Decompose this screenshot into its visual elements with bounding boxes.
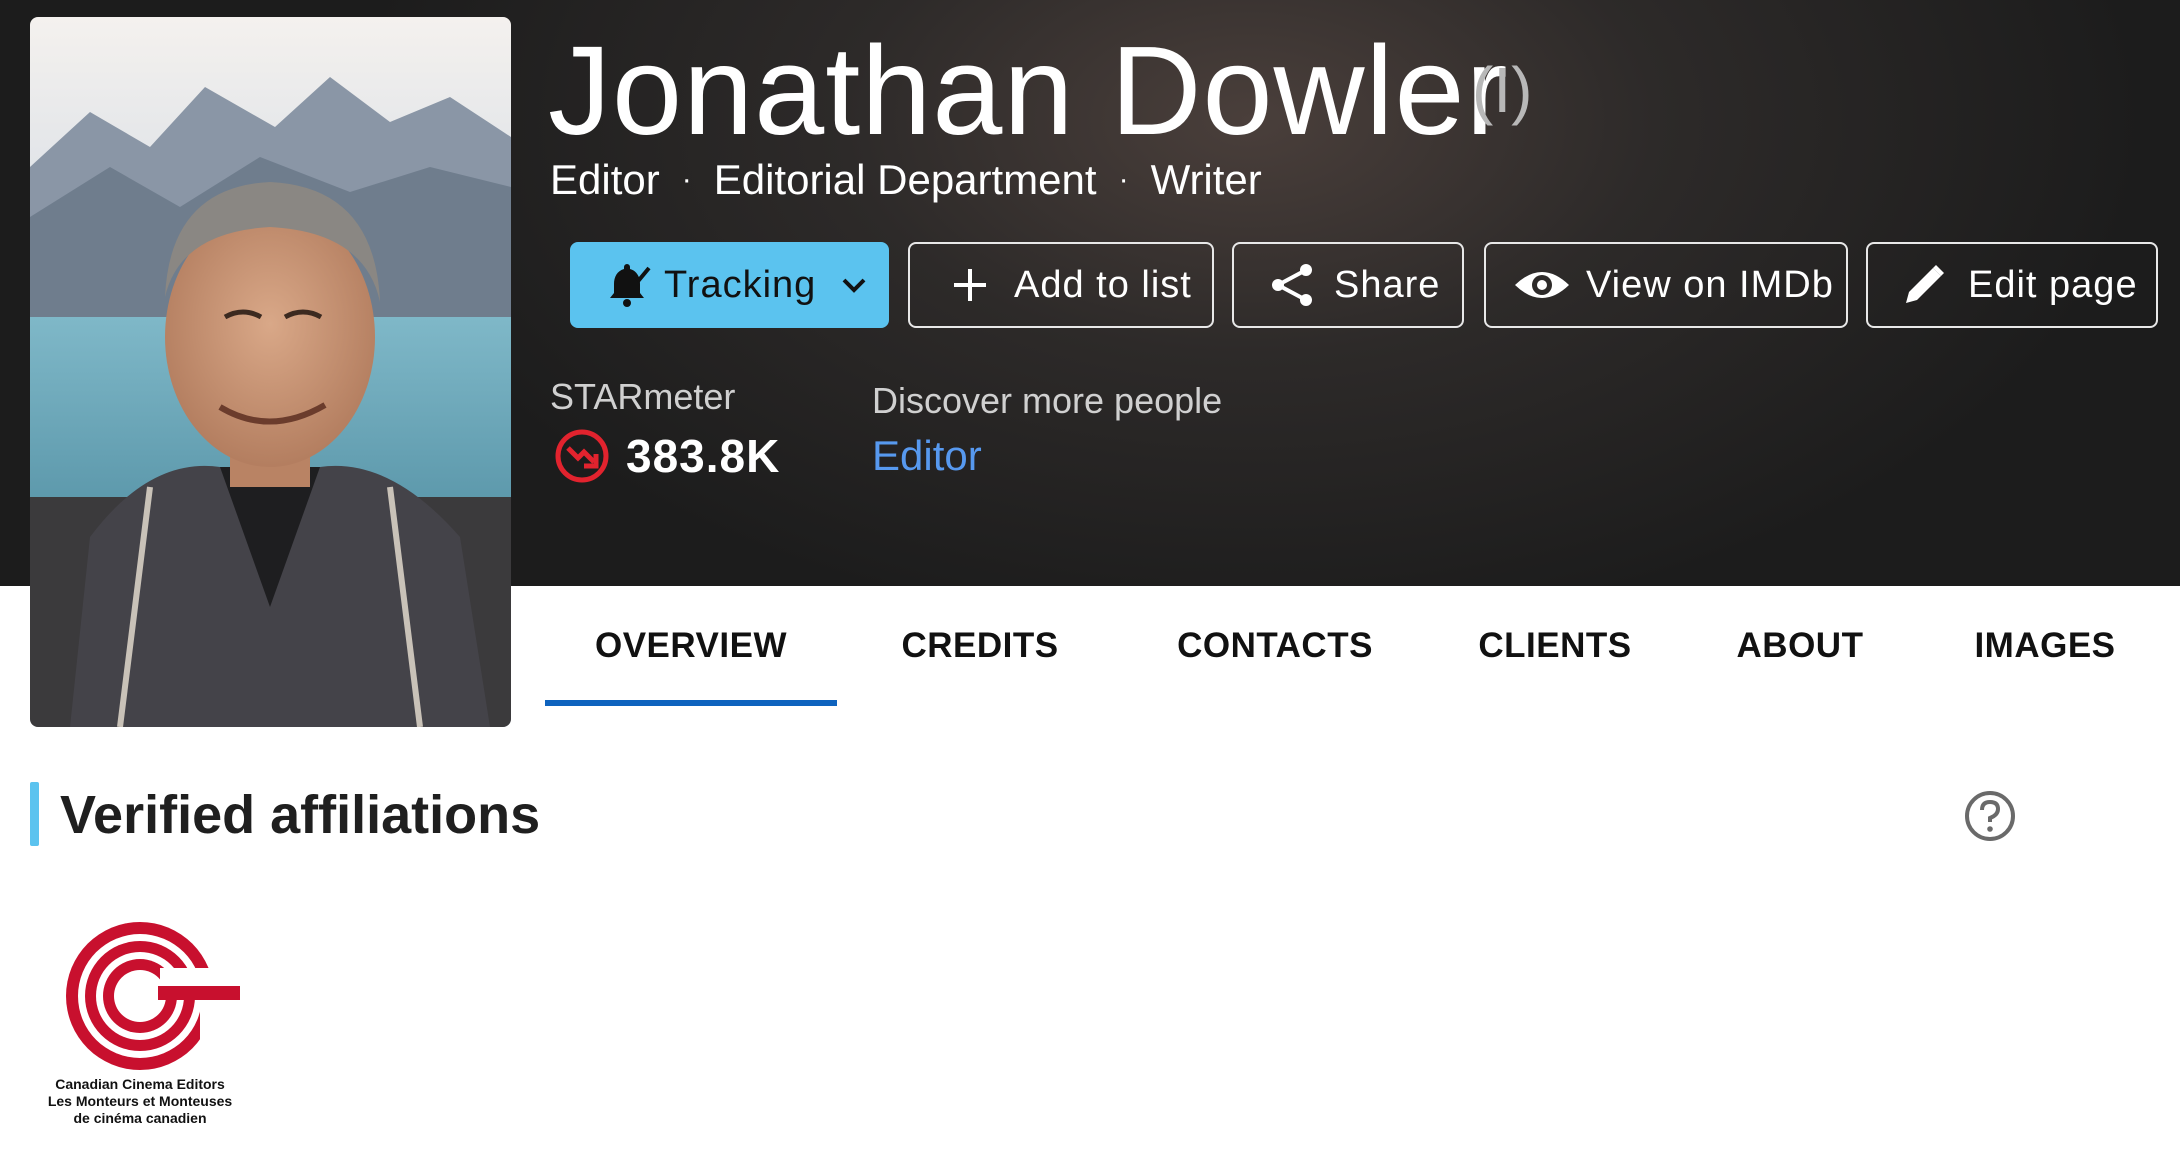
affiliation-name-en: Canadian Cinema Editors — [55, 1076, 225, 1092]
starmeter-number: 383.8K — [626, 430, 781, 482]
bell-check-icon — [604, 259, 652, 311]
tab-images[interactable]: IMAGES — [1925, 586, 2165, 706]
section-accent-bar — [30, 782, 39, 846]
tab-clients[interactable]: CLIENTS — [1425, 586, 1685, 706]
tab-credits[interactable]: CREDITS — [860, 586, 1100, 706]
affiliation-name-fr-line2: de cinéma canadien — [73, 1110, 207, 1126]
affiliation-cce-logo[interactable]: Canadian Cinema Editors Les Monteurs et … — [40, 916, 240, 1126]
trend-down-icon — [555, 429, 609, 483]
add-to-list-button[interactable]: Add to list — [908, 242, 1214, 328]
tracking-button[interactable]: Tracking — [570, 242, 889, 328]
profile-photo[interactable] — [30, 17, 511, 727]
role-editor: Editor — [550, 156, 660, 203]
pencil-icon — [1898, 259, 1950, 311]
role-writer: Writer — [1150, 156, 1262, 203]
share-icon — [1266, 259, 1318, 311]
role-separator: · — [681, 163, 692, 196]
role-separator: · — [1118, 163, 1129, 196]
discover-label: Discover more people — [872, 380, 1223, 421]
profile-name: Jonathan Dowler — [548, 20, 1509, 161]
tracking-label: Tracking — [664, 263, 817, 306]
tab-overview[interactable]: OVERVIEW — [545, 586, 837, 706]
discover-editor-link[interactable]: Editor — [872, 428, 982, 484]
section-title: Verified affiliations — [60, 785, 541, 845]
edit-page-button[interactable]: Edit page — [1866, 242, 2158, 328]
plus-icon — [944, 259, 996, 311]
share-label: Share — [1334, 263, 1441, 306]
starmeter-value[interactable]: 383.8K — [554, 428, 780, 484]
role-editorial-department: Editorial Department — [713, 156, 1097, 203]
view-on-imdb-button[interactable]: View on IMDb — [1484, 242, 1848, 328]
headshot-image — [30, 17, 511, 727]
active-tab-indicator — [545, 700, 837, 706]
eye-icon — [1512, 259, 1572, 311]
starmeter-label: STARmeter — [550, 376, 736, 417]
add-to-list-label: Add to list — [1014, 263, 1192, 306]
name-disambiguator: (I) — [1472, 54, 1533, 126]
tab-about[interactable]: ABOUT — [1685, 586, 1915, 706]
chevron-down-icon — [832, 259, 875, 311]
share-button[interactable]: Share — [1232, 242, 1464, 328]
tab-contacts[interactable]: CONTACTS — [1125, 586, 1425, 706]
profile-roles: Editor · Editorial Department · Writer — [550, 150, 1262, 210]
affiliation-name-fr-line1: Les Monteurs et Monteuses — [47, 1093, 233, 1109]
help-icon[interactable] — [1964, 790, 2016, 842]
view-on-imdb-label: View on IMDb — [1586, 263, 1834, 306]
edit-page-label: Edit page — [1968, 263, 2138, 306]
profile-tabs: OVERVIEW CREDITS CONTACTS CLIENTS ABOUT … — [545, 586, 2180, 706]
cce-emblem-icon — [66, 922, 240, 1070]
